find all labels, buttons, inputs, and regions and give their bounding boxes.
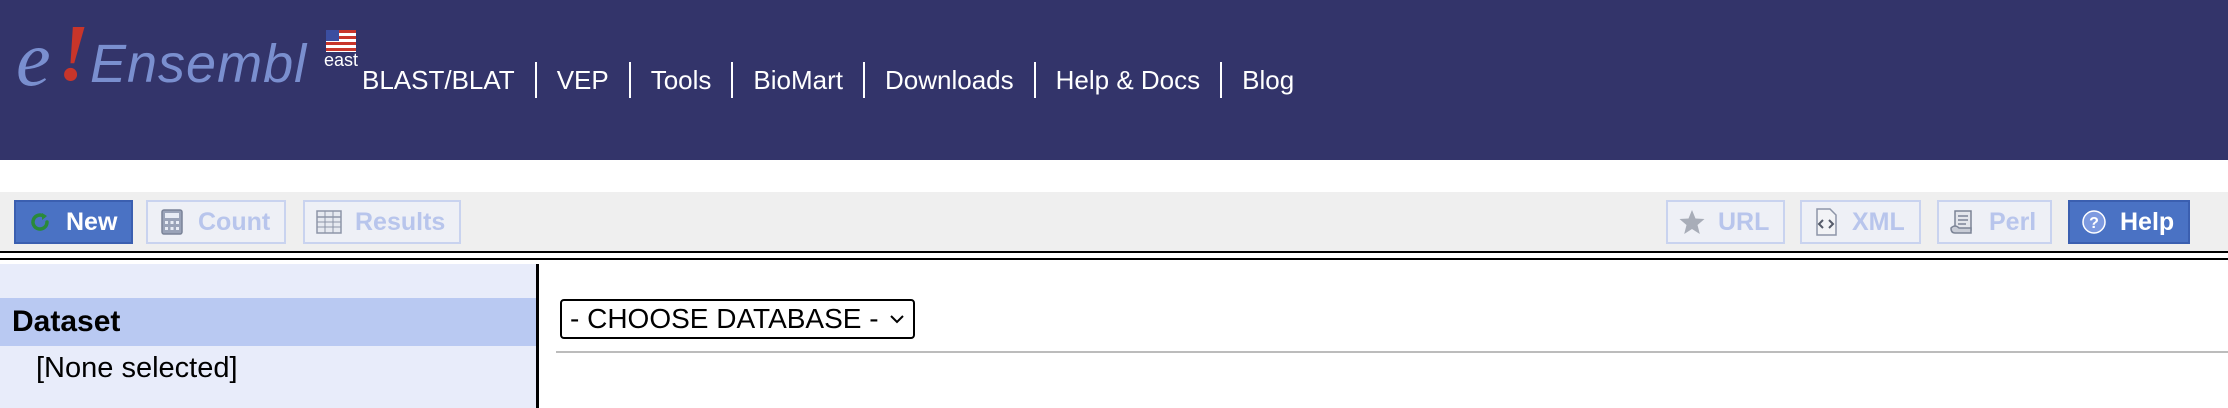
dataset-heading[interactable]: Dataset bbox=[0, 298, 536, 346]
star-icon bbox=[1678, 208, 1706, 236]
count-button[interactable]: Count bbox=[146, 200, 287, 244]
database-select[interactable]: - CHOOSE DATABASE - bbox=[560, 299, 915, 339]
results-button[interactable]: Results bbox=[303, 200, 462, 244]
new-button[interactable]: New bbox=[14, 200, 134, 244]
site-header: e ! Ensembl east BLAST/BLAT VEP Tools Bi… bbox=[0, 0, 2228, 160]
xml-button-label: XML bbox=[1852, 207, 1905, 236]
nav-blast-blat[interactable]: BLAST/BLAT bbox=[342, 62, 537, 98]
nav-tools[interactable]: Tools bbox=[631, 62, 734, 98]
logo-wordmark: Ensembl bbox=[90, 34, 308, 94]
count-button-label: Count bbox=[198, 207, 271, 236]
chevron-down-icon bbox=[889, 315, 904, 324]
main-divider bbox=[556, 351, 2228, 353]
panel-divider bbox=[536, 264, 539, 408]
nav-blog[interactable]: Blog bbox=[1222, 62, 1314, 98]
toolbar-divider bbox=[0, 251, 2228, 253]
ensembl-logo[interactable]: e ! Ensembl east bbox=[14, 10, 358, 98]
table-icon bbox=[315, 208, 343, 236]
nav-downloads[interactable]: Downloads bbox=[865, 62, 1036, 98]
svg-text:?: ? bbox=[2089, 215, 2099, 232]
help-button[interactable]: ? Help bbox=[2068, 200, 2191, 244]
database-select-value: - CHOOSE DATABASE - bbox=[570, 303, 879, 334]
nav-help-docs[interactable]: Help & Docs bbox=[1036, 62, 1223, 98]
perl-button[interactable]: Perl bbox=[1937, 200, 2053, 244]
calculator-icon bbox=[158, 208, 186, 236]
script-icon bbox=[1949, 208, 1977, 236]
dataset-value: [None selected] bbox=[36, 352, 238, 384]
refresh-icon bbox=[26, 208, 54, 236]
xml-button[interactable]: XML bbox=[1800, 200, 1921, 244]
new-button-label: New bbox=[66, 207, 118, 236]
url-button[interactable]: URL bbox=[1666, 200, 1786, 244]
top-navigation: BLAST/BLAT VEP Tools BioMart Downloads H… bbox=[342, 62, 1314, 98]
logo-letter-e: e bbox=[16, 15, 51, 102]
nav-biomart[interactable]: BioMart bbox=[733, 62, 865, 98]
logo-exclamation: ! bbox=[58, 10, 90, 98]
results-button-label: Results bbox=[355, 207, 446, 236]
url-button-label: URL bbox=[1718, 207, 1770, 236]
toolbar-divider-secondary bbox=[0, 258, 2228, 260]
help-button-label: Help bbox=[2120, 207, 2175, 236]
nav-vep[interactable]: VEP bbox=[537, 62, 631, 98]
us-flag-icon bbox=[326, 30, 356, 52]
help-icon: ? bbox=[2080, 208, 2108, 236]
code-file-icon bbox=[1812, 208, 1840, 236]
perl-button-label: Perl bbox=[1989, 207, 2037, 236]
